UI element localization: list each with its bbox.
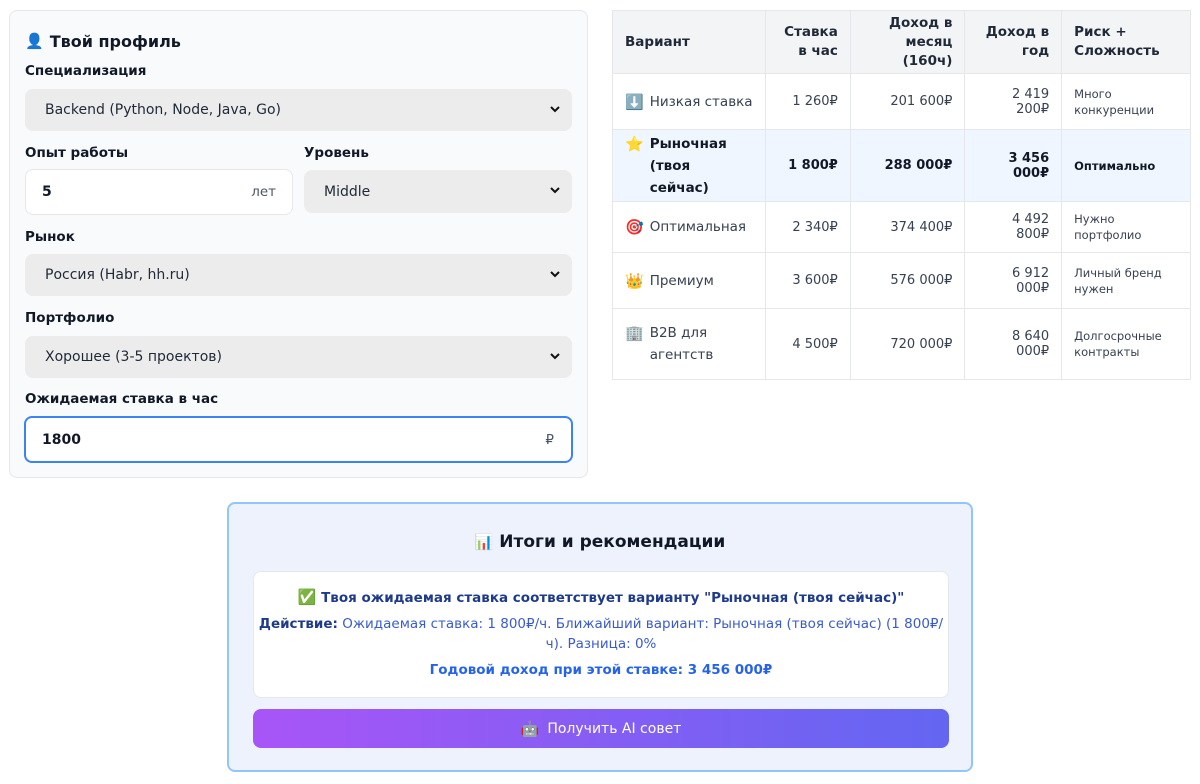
variant-name: Низкая ставка <box>649 93 753 110</box>
crown-icon: 👑 <box>625 271 644 290</box>
chevron-down-icon <box>550 353 560 360</box>
level-label: Уровень <box>304 145 369 161</box>
risk-cell: Много конкуренции <box>1061 73 1191 130</box>
annual-income-line: Годовой доход при этой ставке: 3 456 000… <box>429 662 773 678</box>
match-text: Твоя ожидаемая ставка соответствует вари… <box>321 590 905 606</box>
check-mark-icon: ✅ <box>297 588 317 606</box>
variant-name: Премиум <box>649 272 714 289</box>
rate-cell: 3 600₽ <box>764 252 851 309</box>
risk-cell: Личный бренд нужен <box>1061 252 1191 309</box>
market-label: Рынок <box>25 229 75 245</box>
level-value: Middle <box>324 183 371 200</box>
table-row: 🎯 Оптимальная 2 340₽ 374 400₽ 4 492 800₽ … <box>612 201 1191 253</box>
month-cell: 720 000₽ <box>849 308 966 380</box>
profile-title-text: Твой профиль <box>49 31 181 51</box>
month-cell: 576 000₽ <box>849 252 966 309</box>
col-month: Доход в месяц (160ч) <box>849 10 966 74</box>
rate-value: 1800 <box>42 431 81 448</box>
rate-label: Ожидаемая ставка в час <box>25 391 219 407</box>
portfolio-select[interactable]: Хорошее (3-5 проектов) <box>25 336 572 378</box>
rates-table: Вариант Ставка в час Доход в месяц (160ч… <box>612 10 1191 380</box>
chevron-down-icon <box>550 187 560 194</box>
level-select[interactable]: Middle <box>304 170 572 213</box>
ai-advice-button[interactable]: 🤖 Получить AI совет <box>253 709 949 748</box>
portfolio-label: Портфолио <box>25 310 115 326</box>
star-icon: ⭐ <box>625 134 644 153</box>
summary-title: 📊 Итоги и рекомендации <box>229 532 971 552</box>
experience-label: Опыт работы <box>25 145 129 161</box>
rate-currency: ₽ <box>545 431 554 448</box>
variant-name: Оптимальная <box>649 219 747 235</box>
table-row: 🏢 B2B для агентств 4 500₽ 720 000₽ 8 640 … <box>612 308 1191 380</box>
chevron-down-icon <box>550 106 560 113</box>
variant-name: Рыночная (твоя сейчас) <box>649 135 727 196</box>
experience-suffix: лет <box>251 184 276 200</box>
market-value: Россия (Habr, hh.ru) <box>45 267 190 283</box>
market-select[interactable]: Россия (Habr, hh.ru) <box>25 254 572 296</box>
profile-title: 👤 Твой профиль <box>25 29 572 53</box>
ai-advice-label: Получить AI совет <box>547 720 682 737</box>
down-arrow-icon: ⬇️ <box>625 92 644 111</box>
table-row: 👑 Премиум 3 600₽ 576 000₽ 6 912 000₽ Личн… <box>612 252 1191 309</box>
risk-cell: Долгосрочные контракты <box>1061 308 1191 380</box>
robot-icon: 🤖 <box>520 719 540 738</box>
portfolio-value: Хорошее (3-5 проектов) <box>45 349 222 365</box>
table-header-row: Вариант Ставка в час Доход в месяц (160ч… <box>612 10 1191 74</box>
rate-input[interactable]: 1800 ₽ <box>24 416 573 463</box>
summary-panel: 📊 Итоги и рекомендации ✅ Твоя ожидаемая … <box>227 502 973 772</box>
year-cell: 8 640 000₽ <box>964 308 1063 380</box>
col-variant: Вариант <box>612 10 766 74</box>
variant-cell: ⬇️ Низкая ставка <box>612 73 766 130</box>
target-icon: 🎯 <box>625 218 644 236</box>
recommendation-box: ✅ Твоя ожидаемая ставка соответствует ва… <box>253 571 949 698</box>
bar-chart-icon: 📊 <box>474 533 494 551</box>
col-rate: Ставка в час <box>764 10 851 74</box>
rate-cell: 2 340₽ <box>764 201 851 253</box>
specialization-value: Backend (Python, Node, Java, Go) <box>45 102 281 118</box>
building-icon: 🏢 <box>625 324 644 342</box>
year-cell: 2 419 200₽ <box>964 73 1063 130</box>
variant-cell: 🎯 Оптимальная <box>612 201 766 253</box>
action-text: Ожидаемая ставка: 1 800₽/ч. Ближайший ва… <box>342 616 944 652</box>
action-line: Действие: Ожидаемая ставка: 1 800₽/ч. Бл… <box>254 614 948 654</box>
summary-title-text: Итоги и рекомендации <box>499 532 726 552</box>
table-row-highlighted: ⭐ Рыночная (твоя сейчас) 1 800₽ 288 000₽ … <box>612 129 1191 202</box>
person-icon: 👤 <box>25 32 44 50</box>
chevron-down-icon <box>550 271 560 278</box>
variant-cell: 🏢 B2B для агентств <box>612 308 766 380</box>
rate-cell: 4 500₽ <box>764 308 851 380</box>
risk-cell: Оптимально <box>1061 129 1191 202</box>
risk-cell: Нужно портфолио <box>1061 201 1191 253</box>
specialization-label: Специализация <box>25 63 147 79</box>
table-row: ⬇️ Низкая ставка 1 260₽ 201 600₽ 2 419 20… <box>612 73 1191 130</box>
variant-name: B2B для агентств <box>649 325 714 363</box>
experience-value: 5 <box>42 184 52 200</box>
month-cell: 374 400₽ <box>849 201 966 253</box>
year-cell: 3 456 000₽ <box>964 129 1063 202</box>
variant-cell: ⭐ Рыночная (твоя сейчас) <box>612 129 766 202</box>
rate-cell: 1 800₽ <box>764 129 851 202</box>
rate-cell: 1 260₽ <box>764 73 851 130</box>
col-risk: Риск + Сложность <box>1061 10 1191 74</box>
profile-card: 👤 Твой профиль <box>9 10 588 478</box>
col-year: Доход в год <box>964 10 1063 74</box>
variant-cell: 👑 Премиум <box>612 252 766 309</box>
month-cell: 288 000₽ <box>849 129 966 202</box>
match-line: ✅ Твоя ожидаемая ставка соответствует ва… <box>254 588 948 606</box>
month-cell: 201 600₽ <box>849 73 966 130</box>
year-cell: 4 492 800₽ <box>964 201 1063 253</box>
year-cell: 6 912 000₽ <box>964 252 1063 309</box>
experience-input[interactable]: 5 лет <box>25 169 293 215</box>
specialization-select[interactable]: Backend (Python, Node, Java, Go) <box>25 89 572 131</box>
action-label: Действие: <box>258 616 338 632</box>
